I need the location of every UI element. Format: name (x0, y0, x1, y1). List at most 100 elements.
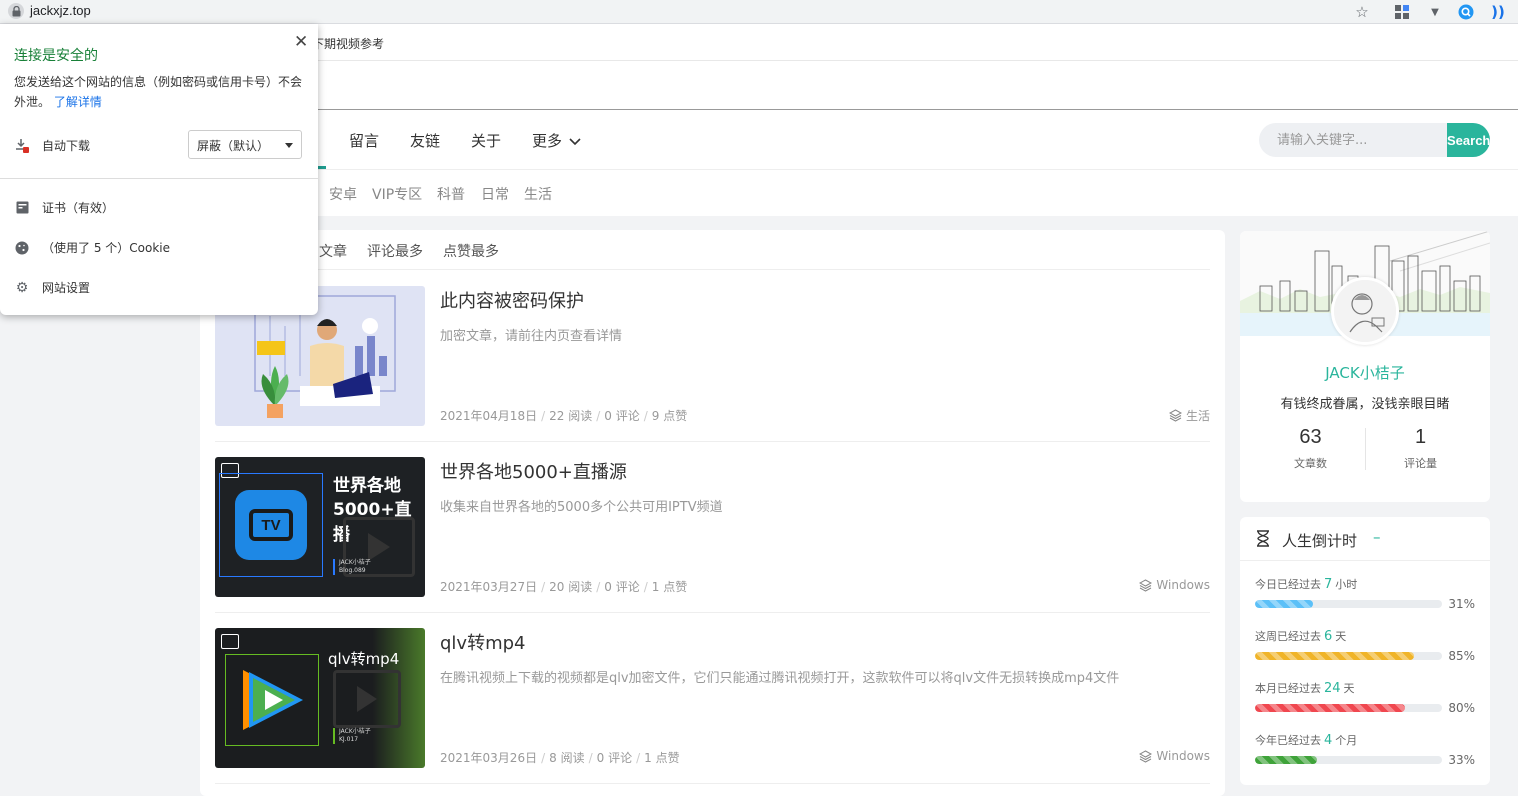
countdown-toggle[interactable]: – (1373, 528, 1381, 546)
topbar-link[interactable]: 下期视频参考 (312, 35, 384, 52)
subnav-item-vip[interactable]: VIP专区 (372, 184, 422, 204)
popup-description: 您发送给这个网站的信息（例如密码或信用卡号）不会外泄。 了解详情 (14, 72, 310, 112)
nav-item-more[interactable]: 更多 (532, 130, 581, 151)
post-date: 2021年03月26日 (440, 751, 538, 765)
post-category[interactable]: Windows (1139, 578, 1210, 592)
countdown-progress-bar (1255, 652, 1442, 660)
url-text[interactable]: jackxjz.top (30, 3, 91, 18)
divider (215, 269, 1210, 270)
countdown-label: 这周已经过去 6 天 (1255, 628, 1346, 644)
countdown-row: 本月已经过去 24 天 80% (1255, 680, 1475, 732)
subnav-item-daily[interactable]: 日常 (481, 184, 509, 204)
play-icon (333, 670, 401, 728)
post-excerpt: 加密文章，请前往内页查看详情 (440, 329, 623, 344)
certificate-row[interactable]: 证书（有效） (14, 199, 114, 216)
image-icon (221, 634, 239, 649)
profile-bio: 有钱终成眷属，没钱亲眼目睹 (1280, 397, 1450, 412)
post-category[interactable]: Windows (1139, 749, 1210, 763)
certificate-label: 证书（有效） (42, 201, 115, 215)
countdown-prefix: 本月已经过去 (1255, 682, 1321, 695)
extensions-icon[interactable] (1392, 2, 1412, 22)
sort-tab-most-comments[interactable]: 评论最多 (367, 241, 423, 261)
chevron-down-icon[interactable]: ▼ (1425, 2, 1445, 22)
post-likes: 9 点赞 (651, 409, 688, 423)
post-reads: 22 阅读 (549, 409, 593, 423)
post-item[interactable]: qlv转mp4 JACK小桔子 KJ.017 qlv转mp4 在腾讯视频上下载的视… (215, 613, 1210, 784)
nav-item-about[interactable]: 关于 (471, 130, 501, 151)
search-button[interactable]: Search (1447, 123, 1490, 157)
thumbnail-watermark: JACK小桔子 KJ.017 (333, 728, 371, 744)
countdown-label: 今年已经过去 4 个月 (1255, 732, 1357, 748)
post-reads: 20 阅读 (549, 580, 593, 594)
post-item[interactable]: 此内容被密码保护 加密文章，请前往内页查看详情 2021年04月18日/22 阅… (215, 271, 1210, 442)
post-meta: 2021年03月26日/8 阅读/0 评论/1 点赞 (440, 751, 680, 765)
post-category[interactable]: 生活 (1168, 407, 1210, 424)
search-input[interactable] (1259, 123, 1447, 157)
countdown-row: 这周已经过去 6 天 85% (1255, 628, 1475, 680)
stat-comments: 1 评论量 (1358, 426, 1483, 471)
thumbnail-watermark: JACK小桔子 Blog.089 (333, 559, 371, 575)
countdown-progress-fill (1255, 652, 1414, 660)
learn-more-link[interactable]: 了解详情 (54, 95, 102, 109)
subnav-item-android[interactable]: 安卓 (329, 184, 357, 204)
post-likes: 1 点赞 (644, 751, 680, 765)
post-list-card: 文章 评论最多 点赞最多 此内容被密码保护 加密文章，请前往内页查看详情 202… (200, 230, 1225, 796)
countdown-progress-bar (1255, 756, 1442, 764)
cookie-row[interactable]: （使用了 5 个）Cookie (14, 239, 170, 256)
post-item[interactable]: TV 世界各地 5000+直播 JACK小桔子 Blog.089 世界各地5000… (215, 442, 1210, 613)
certificate-icon (14, 200, 30, 216)
close-icon[interactable]: ✕ (294, 32, 308, 52)
post-title[interactable]: 世界各地5000+直播源 (440, 458, 627, 484)
profile-name[interactable]: JACK小桔子 (1240, 362, 1490, 383)
stat-articles: 63 文章数 (1248, 426, 1373, 471)
nav-item-guestbook[interactable]: 留言 (349, 130, 379, 151)
site-settings-row[interactable]: ⚙ 网站设置 (14, 279, 90, 296)
sort-tab-most-likes[interactable]: 点赞最多 (443, 241, 499, 261)
countdown-header: 人生倒计时 – (1240, 517, 1490, 561)
auto-download-select[interactable]: 屏蔽（默认） (188, 130, 302, 159)
post-comments: 0 评论 (604, 580, 640, 594)
layers-icon (1139, 578, 1153, 592)
watermark-author: JACK小桔子 (339, 559, 371, 566)
post-category-label: Windows (1156, 749, 1210, 763)
subnav-item-science[interactable]: 科普 (437, 184, 465, 204)
avatar[interactable] (1331, 277, 1399, 345)
sort-tab-articles[interactable]: 文章 (319, 241, 347, 261)
watermark-author: JACK小桔子 (339, 728, 371, 735)
countdown-progress-bar (1255, 704, 1442, 712)
cookie-label: （使用了 5 个）Cookie (42, 241, 170, 255)
post-thumbnail[interactable]: qlv转mp4 JACK小桔子 KJ.017 (215, 628, 425, 768)
countdown-title: 人生倒计时 (1282, 532, 1358, 550)
lock-icon[interactable] (8, 3, 24, 19)
countdown-label: 本月已经过去 24 天 (1255, 680, 1355, 696)
countdown-number: 24 (1324, 681, 1341, 696)
countdown-label: 今日已经过去 7 小时 (1255, 576, 1357, 592)
auto-download-row: 自动下载 (14, 137, 90, 154)
nav-item-links[interactable]: 友链 (410, 130, 440, 151)
post-thumbnail[interactable]: TV 世界各地 5000+直播 JACK小桔子 Blog.089 (215, 457, 425, 597)
post-title[interactable]: qlv转mp4 (440, 629, 526, 655)
star-icon[interactable]: ☆ (1352, 2, 1372, 22)
countdown-number: 6 (1324, 629, 1333, 644)
post-title[interactable]: 此内容被密码保护 (440, 287, 584, 313)
search-box: Search (1259, 123, 1490, 157)
post-comments: 0 评论 (604, 409, 640, 423)
stat-comments-count: 1 (1414, 426, 1427, 448)
life-countdown-card: 人生倒计时 – 今日已经过去 7 小时 31% 这周已经过去 6 天 85% 本月已经过去 24 天… (1240, 517, 1490, 785)
nav-item-more-label: 更多 (532, 132, 563, 150)
site-settings-label: 网站设置 (42, 281, 91, 295)
countdown-percent: 85% (1448, 649, 1475, 663)
watermark-code: KJ.017 (339, 736, 359, 743)
search-extension-icon[interactable] (1456, 2, 1476, 22)
post-category-label: 生活 (1185, 409, 1210, 423)
divider (0, 178, 318, 179)
post-date: 2021年03月27日 (440, 580, 538, 594)
stat-comments-label: 评论量 (1404, 457, 1437, 470)
countdown-prefix: 这周已经过去 (1255, 630, 1321, 643)
countdown-unit: 小时 (1335, 578, 1358, 591)
subnav-item-life[interactable]: 生活 (524, 184, 552, 204)
cast-icon[interactable]: )) (1488, 2, 1508, 22)
thumbnail-title-line1: 世界各地 (333, 476, 401, 496)
countdown-percent: 80% (1448, 701, 1475, 715)
post-category-label: Windows (1156, 578, 1210, 592)
